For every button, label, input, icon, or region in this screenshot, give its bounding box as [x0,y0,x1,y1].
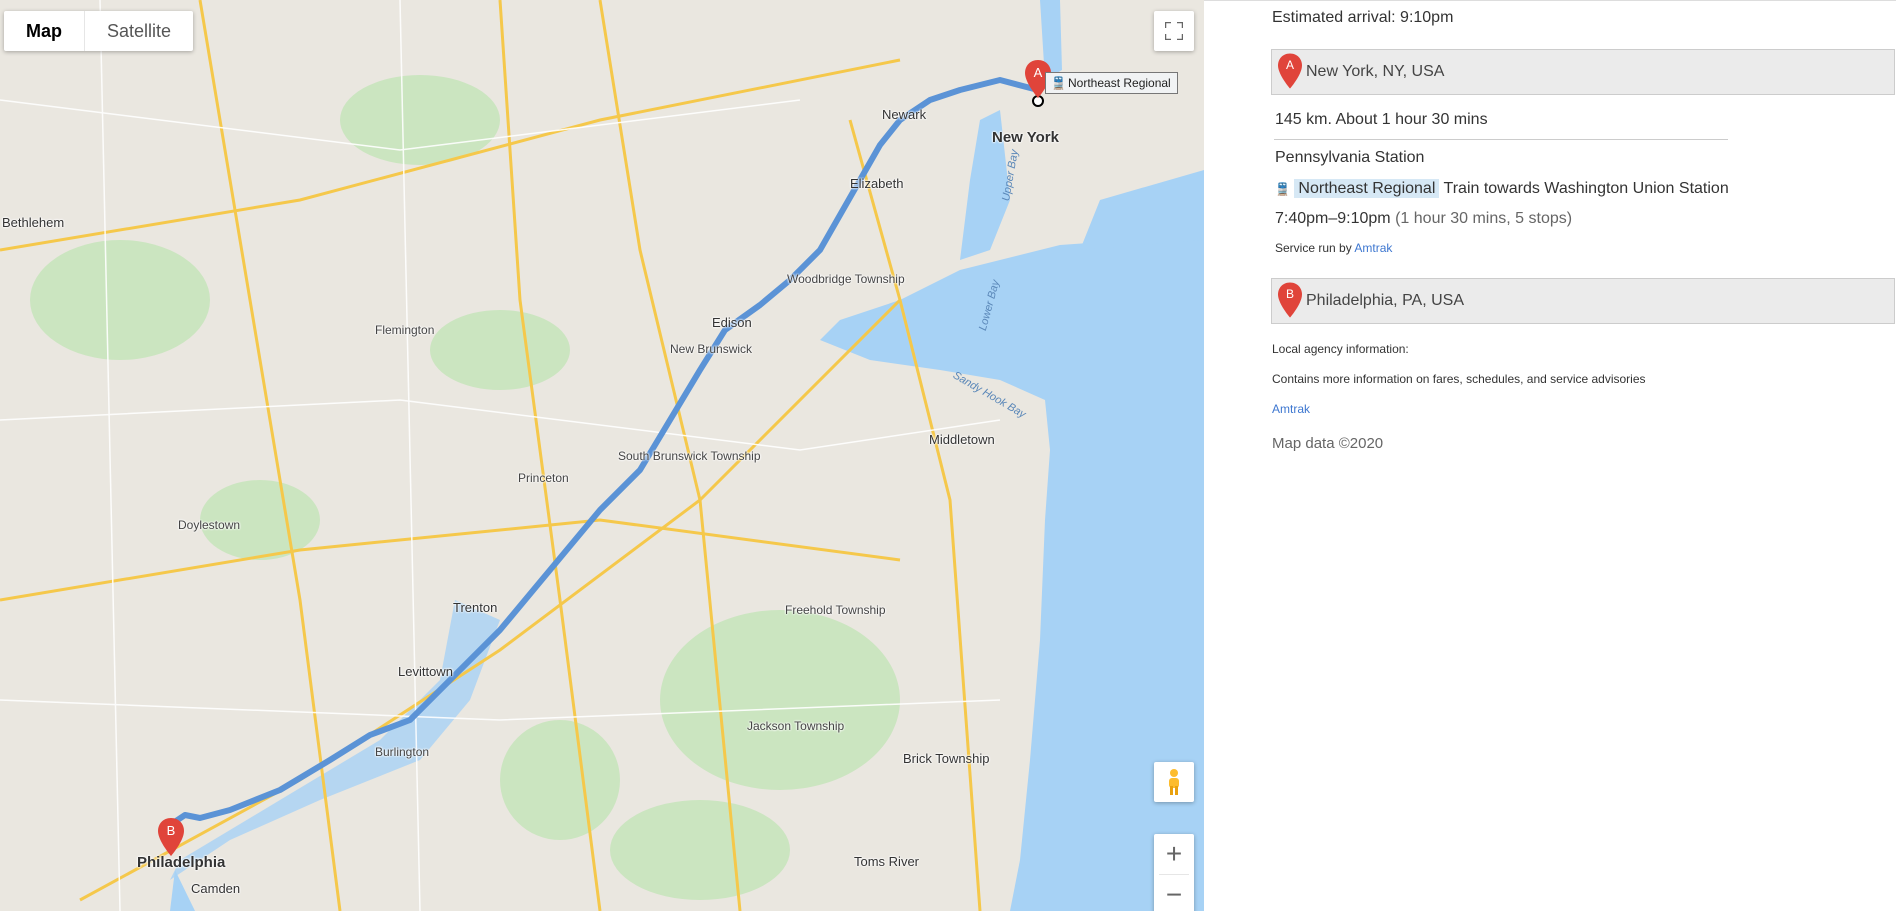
map-label-philadelphia: Philadelphia [137,854,226,871]
map-label-trenton: Trenton [453,600,498,615]
origin-address-text: New York, NY, USA [1306,63,1445,80]
duration-stops: (1 hour 30 mins, 5 stops) [1395,210,1573,227]
origin-address[interactable]: A New York, NY, USA [1271,49,1895,95]
map-type-map-button[interactable]: Map [4,11,84,51]
marker-b-icon[interactable]: B [158,818,184,856]
svg-text:A: A [1286,58,1294,72]
time-range: 7:40pm–9:10pm [1275,210,1391,227]
directions-panel: Estimated arrival: 9:10pm A New York, NY… [1204,0,1896,912]
map-label-levittown: Levittown [398,664,453,679]
transit-line-chip-label: Northeast Regional [1068,76,1171,90]
transit-step: 🚆 Northeast Regional Train towards Washi… [1275,179,1729,198]
map-label-toms-river: Toms River [854,854,920,869]
local-agency-description: Contains more information on fares, sche… [1272,372,1646,386]
local-agency-heading: Local agency information: [1272,342,1409,356]
map-label-edison: Edison [712,315,752,330]
marker-a-pin-icon: A [1278,53,1302,89]
fullscreen-icon [1165,22,1183,40]
map-label-new-brunswick: New Brunswick [670,342,753,356]
map-label-flemington: Flemington [375,323,435,337]
zoom-in-button[interactable]: + [1154,834,1194,874]
destination-address-text: Philadelphia, PA, USA [1306,292,1465,309]
map-label-doylestown: Doylestown [178,518,241,532]
trip-times: 7:40pm–9:10pm (1 hour 30 mins, 5 stops) [1275,210,1572,228]
divider [1274,139,1728,140]
train-icon: 🚆 [1051,76,1066,90]
map-label-new-york: New York [992,129,1059,146]
map-label-middletown: Middletown [929,432,995,447]
map-label-camden: Camden [191,881,241,896]
map-type-control: Map Satellite [4,11,194,51]
service-run-by: Service run by Amtrak [1275,241,1392,255]
pegman-icon [1169,769,1179,795]
svg-text:B: B [1286,287,1294,301]
map-label-elizabeth: Elizabeth [850,176,904,191]
map-label-burlington: Burlington [375,745,430,759]
svg-text:B: B [167,823,176,838]
estimated-arrival: Estimated arrival: 9:10pm [1272,9,1454,26]
distance-time: 145 km. About 1 hour 30 mins [1275,111,1488,128]
map-canvas[interactable]: New York Newark Philadelphia Trenton Edi… [0,0,1204,911]
line-name-badge: Northeast Regional [1294,179,1440,198]
map-label-freehold-twp: Freehold Township [785,603,886,617]
transit-line-chip[interactable]: 🚆 Northeast Regional [1045,72,1178,94]
station-name: Pennsylvania Station [1275,149,1425,166]
zoom-out-button[interactable]: − [1154,875,1194,911]
zoom-control: + − [1154,834,1194,911]
map-label-princeton: Princeton [518,471,569,485]
map-label-brick: Brick Township [903,751,990,766]
train-step-icon: 🚆 [1275,182,1290,196]
map-label-south-brunswick: South Brunswick Township [618,449,761,463]
map-label-woodbridge: Woodbridge Township [787,272,905,286]
svg-text:A: A [1034,65,1043,80]
map-type-satellite-button[interactable]: Satellite [84,11,193,51]
map-data-copyright: Map data ©2020 [1272,435,1384,452]
marker-b-pin-icon: B [1278,282,1302,318]
operator-link[interactable]: Amtrak [1354,241,1392,255]
fullscreen-button[interactable] [1154,11,1194,51]
service-run-by-label: Service run by [1275,241,1352,255]
map-label-bethlehem: Bethlehem [2,215,65,230]
destination-address[interactable]: B Philadelphia, PA, USA [1271,278,1895,324]
line-direction: Train towards Washington Union Station [1443,180,1729,197]
map-label-jackson-twp: Jackson Township [747,719,845,733]
street-view-button[interactable] [1154,762,1194,802]
agency-link[interactable]: Amtrak [1272,402,1310,416]
map-label-newark: Newark [882,107,927,122]
